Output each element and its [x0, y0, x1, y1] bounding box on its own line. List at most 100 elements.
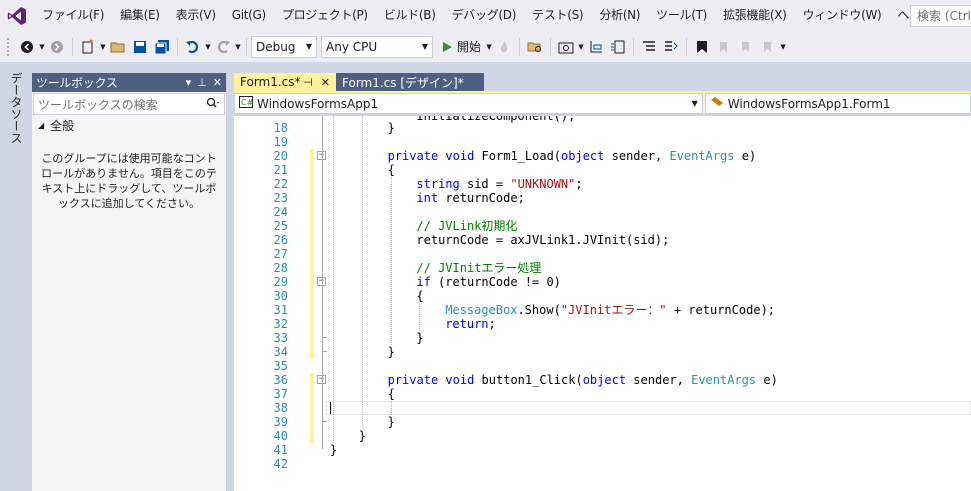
line-number: 23	[273, 191, 288, 205]
new-project-button[interactable]	[77, 36, 99, 58]
clear-bookmarks-button[interactable]	[757, 36, 779, 58]
visual-studio-logo-icon[interactable]	[0, 0, 34, 31]
data-sources-tab[interactable]: データソース	[8, 72, 25, 144]
svg-text:C#: C#	[241, 98, 253, 107]
menu-debug[interactable]: デバッグ(D)	[444, 0, 525, 31]
indent-guide	[361, 116, 363, 429]
close-tab-icon[interactable]: ✕	[321, 76, 330, 89]
menu-project[interactable]: プロジェクト(P)	[274, 0, 376, 31]
menu-analyze[interactable]: 分析(N)	[591, 0, 648, 31]
toolbox-title-bar[interactable]: ツールボックス ▾ ⊥ ✕	[32, 73, 226, 92]
code-line: private void button1_Click(object sender…	[387, 373, 778, 387]
forward-arrow-icon	[51, 40, 63, 53]
collapse-triangle-icon[interactable]: ◢	[38, 121, 44, 130]
new-project-dropdown[interactable]: ▼	[99, 36, 107, 58]
toolbar-separator	[246, 37, 247, 56]
search-icon[interactable]	[206, 97, 220, 112]
menu-view[interactable]: 表示(V)	[168, 0, 224, 31]
step-into-button[interactable]	[585, 36, 607, 58]
toolbox-group-general[interactable]: ◢ 全般	[32, 115, 226, 135]
line-number: 28	[273, 261, 288, 275]
format-document-button[interactable]	[638, 36, 660, 58]
screenshot-button[interactable]	[555, 36, 577, 58]
toolbar-overflow-dropdown[interactable]: ▼	[779, 36, 787, 58]
solution-platform-select[interactable]: Any CPU ▼	[321, 35, 433, 58]
text-caret	[330, 402, 331, 414]
find-in-files-button[interactable]	[524, 36, 546, 58]
menu-window[interactable]: ウィンドウ(W)	[795, 0, 890, 31]
hot-reload-button[interactable]	[493, 36, 515, 58]
namespace-fold-line	[322, 116, 323, 449]
document-tab-strip: Form1.cs* ⊣ ✕ Form1.cs [デザイン]*	[234, 73, 971, 91]
tab-form1-cs[interactable]: Form1.cs* ⊣ ✕	[234, 73, 336, 91]
line-number: 26	[273, 233, 288, 247]
comment-out-button[interactable]	[660, 36, 682, 58]
toolbox-empty-message: このグループには使用可能なコントロールがありません。項目をこのテキスト上にドラッ…	[41, 152, 217, 210]
toolbar-grip[interactable]	[6, 36, 10, 57]
start-debugging-button[interactable]: 開始	[437, 38, 485, 55]
start-label: 開始	[457, 40, 482, 54]
code-editor[interactable]: 18 19 20 21 22 23 24 25 26 27 28 29 30 31 32 33 34 35 36 37…	[234, 116, 971, 491]
pin-icon[interactable]: ⊥	[197, 76, 207, 89]
configuration-value: Debug	[256, 39, 296, 54]
undo-dropdown[interactable]: ▼	[204, 36, 212, 58]
line-number: 34	[273, 345, 288, 359]
line-number: 32	[273, 317, 288, 331]
comment-icon	[665, 40, 678, 51]
redo-button[interactable]	[212, 36, 234, 58]
menu-extensions[interactable]: 拡張機能(X)	[715, 0, 795, 31]
code-line: MessageBox.Show("JVInitエラー：" + returnCod…	[445, 303, 776, 317]
previous-bookmark-button[interactable]	[713, 36, 735, 58]
chevron-down-icon: ▼	[421, 42, 428, 51]
code-line: {	[387, 163, 395, 177]
global-search-input[interactable]: 検索 (Ctrl+	[910, 5, 971, 27]
bookmark-next-icon	[742, 41, 750, 52]
line-number: 20	[273, 149, 288, 163]
solution-configuration-select[interactable]: Debug ▼	[251, 35, 317, 58]
undo-icon	[186, 40, 199, 53]
menu-file[interactable]: ファイル(F)	[34, 0, 112, 31]
code-line: int returnCode;	[416, 191, 525, 205]
change-indicator	[310, 149, 314, 359]
code-line: if (returnCode != 0)	[416, 275, 561, 289]
new-project-icon	[82, 38, 93, 53]
toolbar-separator	[72, 37, 73, 56]
pin-tab-icon[interactable]: ⊣	[303, 76, 313, 89]
line-number-margin: 18 19 20 21 22 23 24 25 26 27 28 29 30 31 32 33 34 35 36 37…	[234, 116, 288, 491]
change-indicator	[310, 373, 314, 443]
toggle-bookmark-button[interactable]	[691, 36, 713, 58]
menu-build[interactable]: ビルド(B)	[376, 0, 444, 31]
close-icon[interactable]: ✕	[213, 76, 222, 89]
menu-edit[interactable]: 編集(E)	[112, 0, 167, 31]
menu-test[interactable]: テスト(S)	[524, 0, 591, 31]
tab-icons: ⊣ ✕	[303, 76, 330, 89]
type-scope-select[interactable]: WindowsFormsApp1.Form1	[704, 93, 971, 114]
save-button[interactable]	[129, 36, 151, 58]
next-bookmark-button[interactable]	[735, 36, 757, 58]
redo-dropdown[interactable]: ▼	[234, 36, 242, 58]
chevron-down-icon: ▼	[305, 42, 312, 51]
toolbar-separator	[686, 37, 688, 56]
tab-form1-design[interactable]: Form1.cs [デザイン]*	[336, 73, 484, 91]
window-position-dropdown-icon[interactable]: ▾	[186, 76, 192, 89]
menu-tools[interactable]: ツール(T)	[648, 0, 715, 31]
navigate-back-dropdown[interactable]: ▼	[38, 36, 46, 58]
code-line-partial: InitializeComponent();	[416, 116, 576, 123]
undo-button[interactable]	[182, 36, 204, 58]
toolbar-separator	[633, 37, 635, 56]
navigate-forward-button[interactable]	[46, 36, 68, 58]
screenshot-dropdown[interactable]: ▼	[577, 36, 585, 58]
save-all-button[interactable]	[151, 36, 173, 58]
project-scope-select[interactable]: C# WindowsFormsApp1 ▼	[234, 93, 703, 114]
open-folder-icon	[110, 42, 125, 52]
navigate-back-button[interactable]	[16, 36, 38, 58]
start-dropdown[interactable]: ▼	[485, 36, 493, 58]
menu-git[interactable]: Git(G)	[224, 0, 274, 31]
breakpoint-layout-button[interactable]	[607, 36, 629, 58]
open-file-button[interactable]	[107, 36, 129, 58]
toolbox-search-input[interactable]: ツールボックスの検索	[33, 93, 225, 115]
indent-guide	[390, 401, 392, 415]
code-line: returnCode = axJVLink1.JVInit(sid);	[416, 233, 670, 247]
bookmark-clear-icon	[764, 41, 772, 52]
line-number: 41	[273, 443, 288, 457]
